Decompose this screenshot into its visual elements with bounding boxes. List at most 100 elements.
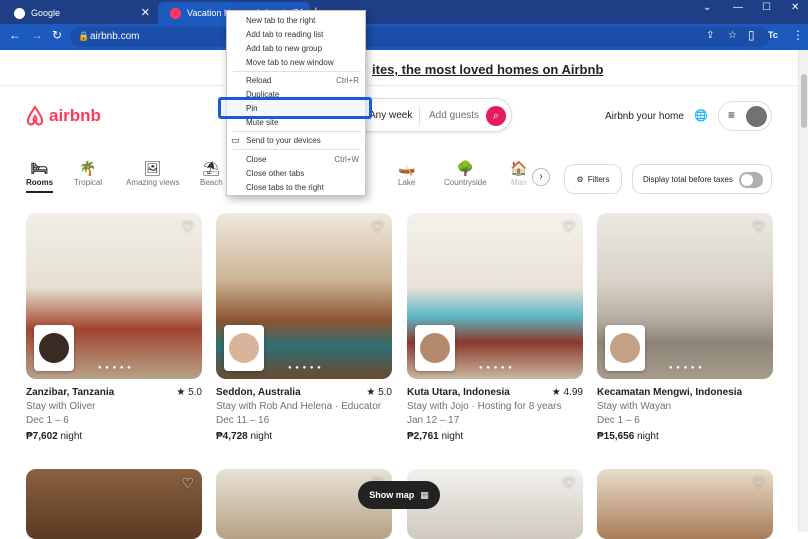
listing-rating: ★ 4.99: [551, 387, 583, 398]
host-avatar: [34, 325, 74, 371]
category-countryside[interactable]: 🌳 Countryside: [444, 160, 487, 187]
palm-icon: 🌴: [79, 160, 97, 176]
listing-location: Zanzibar, Tanzania: [26, 387, 115, 398]
carousel-dots: ● ● ● ● ●: [98, 365, 132, 371]
filters-button[interactable]: ⚙ Filters: [564, 164, 622, 194]
taxes-toggle[interactable]: [739, 172, 763, 188]
listing-host: Stay with Oliver: [26, 401, 96, 412]
minimize-icon[interactable]: —: [733, 2, 743, 13]
heart-icon[interactable]: ♡: [562, 475, 575, 492]
menu-item-send-devices[interactable]: ▭ Send to your devices: [227, 134, 365, 147]
carousel-dots: ● ● ● ● ●: [669, 365, 703, 371]
category-lake[interactable]: 🛶 Lake: [398, 160, 415, 187]
menu-item-mute-site[interactable]: Mute site: [227, 116, 365, 129]
listing-photo[interactable]: ♡ ● ● ● ● ●: [407, 213, 583, 379]
listing-price: ₱2,761 night: [407, 431, 464, 442]
listing-photo[interactable]: ♡ ● ● ● ● ●: [26, 213, 202, 379]
menu-item-close-other[interactable]: Close other tabs: [227, 167, 365, 180]
search-week[interactable]: Any week: [369, 110, 412, 121]
listing-rating: ★ 5.0: [176, 387, 202, 398]
view-icon: 🖼: [143, 160, 162, 176]
airbnb-favicon-icon: [170, 7, 181, 19]
hamburger-icon: ≡: [728, 108, 736, 122]
menu-kebab-icon[interactable]: ⋮: [792, 28, 804, 42]
chevron-right-icon[interactable]: ›: [532, 168, 550, 186]
bookmark-star-icon[interactable]: ☆: [728, 30, 737, 41]
menu-item-add-reading-list[interactable]: Add tab to reading list: [227, 28, 365, 41]
canoe-icon: 🛶: [398, 160, 416, 176]
search-icon[interactable]: ⌕: [486, 106, 506, 126]
heart-icon[interactable]: ♡: [181, 475, 194, 492]
tab-google[interactable]: Google ✕: [2, 2, 156, 24]
scrollbar[interactable]: [798, 50, 808, 532]
globe-icon[interactable]: 🌐: [694, 109, 708, 122]
menu-item-close[interactable]: Close Ctrl+W: [227, 153, 365, 166]
category-rooms[interactable]: 🛏 Rooms: [26, 160, 54, 193]
banner-text[interactable]: ites, the most loved homes on Airbnb: [372, 62, 603, 77]
scrollbar-thumb[interactable]: [801, 74, 807, 128]
airbnb-logo[interactable]: airbnb: [25, 105, 101, 127]
category-man[interactable]: 🏠 Man: [510, 160, 527, 187]
reload-icon[interactable]: ↻: [52, 28, 62, 42]
listing-location: Kuta Utara, Indonesia: [407, 387, 510, 398]
carousel-dots: ● ● ● ● ●: [288, 365, 322, 371]
listing-location: Seddon, Australia: [216, 387, 301, 398]
listing-photo[interactable]: ♡: [26, 469, 202, 539]
map-icon: ▦: [420, 489, 429, 500]
logo-text: airbnb: [49, 106, 101, 125]
menu-separator: [233, 71, 361, 72]
tab-context-menu: New tab to the right Add tab to reading …: [218, 10, 372, 196]
profile-avatar[interactable]: Tc: [768, 30, 778, 40]
category-beach[interactable]: ⛱ Beach: [200, 160, 223, 187]
tab-strip: Google ✕ Vacation Homes & Condo Rent ✕ +…: [0, 0, 808, 24]
listing-photo[interactable]: ♡ ● ● ● ● ●: [216, 213, 392, 379]
lock-icon: 🔒: [78, 31, 90, 41]
listing-location: Kecamatan Mengwi, Indonesia: [597, 387, 743, 398]
listing-host: Stay with Wayan: [597, 401, 672, 412]
heart-icon[interactable]: ♡: [181, 219, 194, 236]
search-guests[interactable]: Add guests: [429, 110, 479, 121]
listing-rating: ★ 5.0: [366, 387, 392, 398]
menu-item-close-right[interactable]: Close tabs to the right: [227, 181, 365, 194]
menu-item-move-new-window[interactable]: Move tab to new window: [227, 56, 365, 69]
listing-photo[interactable]: ♡ ● ● ● ● ●: [597, 213, 773, 379]
house-icon: 🏠: [510, 160, 528, 176]
maximize-icon[interactable]: ☐: [762, 2, 771, 13]
tab-search-icon[interactable]: ⌄: [703, 2, 711, 13]
menu-item-add-new-group[interactable]: Add tab to new group: [227, 42, 365, 55]
listing-dates: Dec 11 – 16: [216, 415, 270, 426]
user-menu-button[interactable]: ≡: [718, 101, 772, 131]
heart-icon[interactable]: ♡: [752, 219, 765, 236]
url-text: airbnb.com: [90, 31, 140, 42]
menu-item-reload[interactable]: Reload Ctrl+R: [227, 74, 365, 87]
carousel-dots: ● ● ● ● ●: [479, 365, 513, 371]
promo-banner[interactable]: ites, the most loved homes on Airbnb: [0, 50, 798, 86]
share-icon[interactable]: ⇪: [706, 30, 714, 41]
forward-icon[interactable]: →: [31, 28, 43, 42]
menu-item-new-tab-right[interactable]: New tab to the right: [227, 14, 365, 27]
category-amazing-views[interactable]: 🖼 Amazing views: [126, 160, 179, 187]
listing-host: Stay with Jojo · Hosting for 8 years: [407, 401, 562, 412]
devices-icon: ▭: [231, 135, 240, 145]
menu-item-pin[interactable]: Pin: [227, 102, 365, 115]
taxes-toggle-box: Display total before taxes: [632, 164, 772, 194]
close-tab-icon[interactable]: ✕: [141, 6, 150, 19]
heart-icon[interactable]: ♡: [752, 475, 765, 492]
side-panel-icon[interactable]: ▯: [748, 28, 755, 42]
tab-title: Google: [31, 8, 61, 18]
window-close-icon[interactable]: ✕: [791, 2, 799, 13]
heart-icon[interactable]: ♡: [562, 219, 575, 236]
show-map-button[interactable]: Show map ▦: [358, 481, 440, 509]
google-favicon-icon: [14, 7, 25, 19]
category-tropical[interactable]: 🌴 Tropical: [74, 160, 102, 187]
host-link[interactable]: Airbnb your home: [605, 111, 684, 122]
airbnb-logo-icon: [26, 105, 44, 126]
address-bar[interactable]: 🔒 airbnb.com ⇪ ☆: [70, 27, 770, 47]
listing-dates: Dec 1 – 6: [26, 415, 69, 426]
listing-photo[interactable]: ♡: [597, 469, 773, 539]
heart-icon[interactable]: ♡: [371, 219, 384, 236]
sliders-icon: ⚙: [576, 174, 584, 184]
back-icon[interactable]: ←: [9, 28, 21, 42]
host-avatar: [415, 325, 455, 371]
browser-toolbar: ← → ↻ 🔒 airbnb.com ⇪ ☆ ▯ Tc ⋮: [0, 24, 808, 50]
